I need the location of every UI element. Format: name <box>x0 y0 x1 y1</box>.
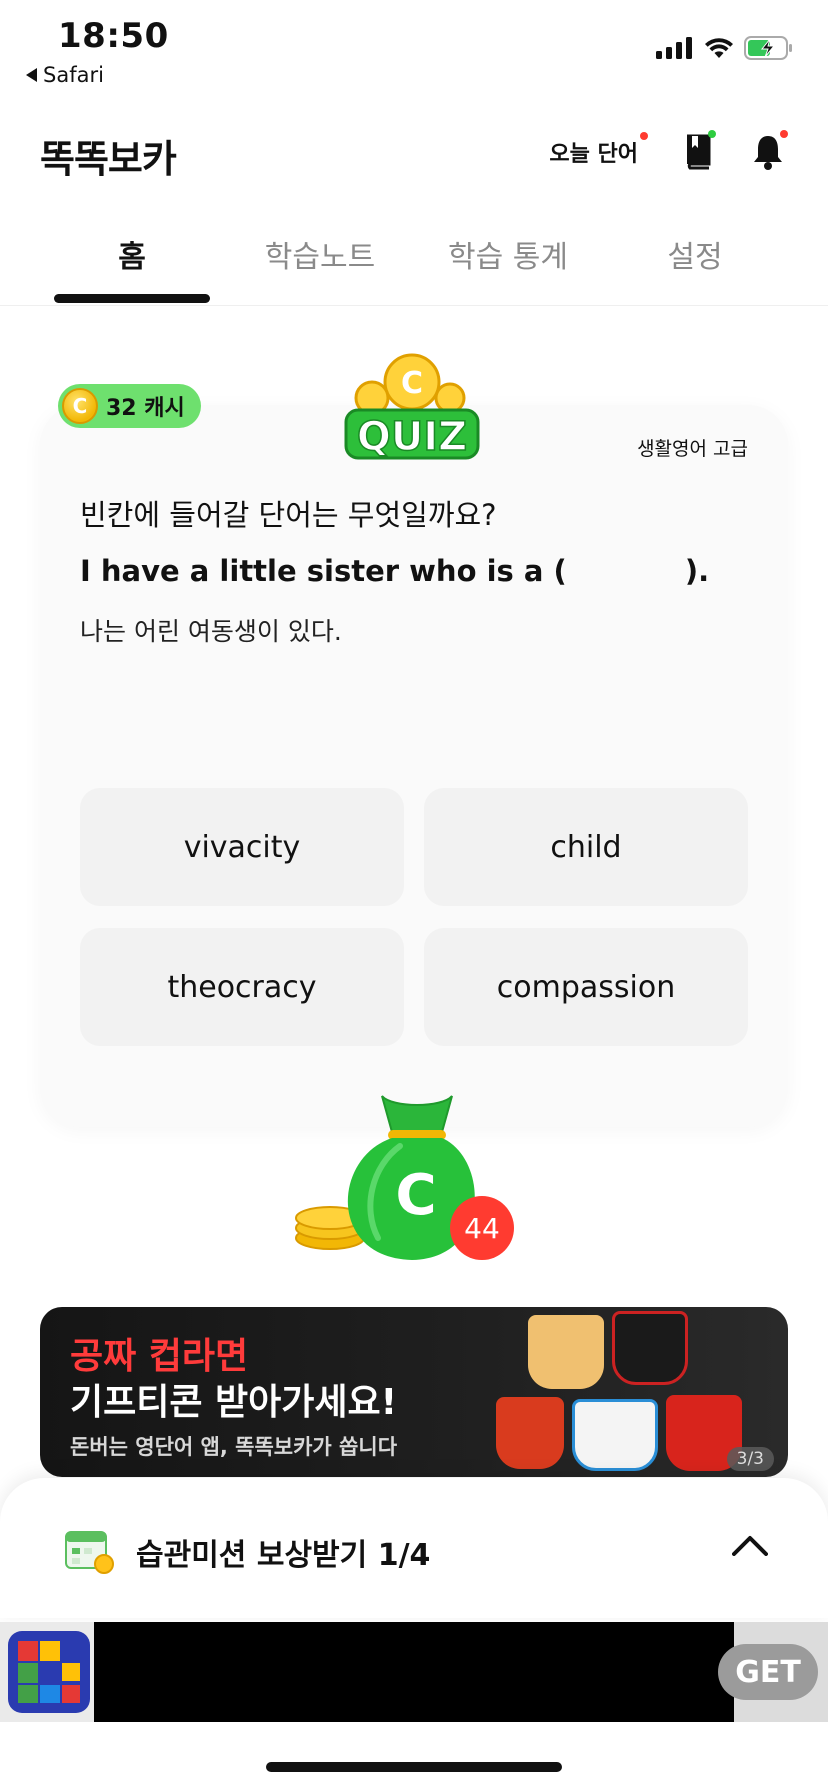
coin-icon: C <box>62 388 98 424</box>
quiz-sentence: I have a little sister who is a (). <box>80 554 709 588</box>
status-bar: 18:50 Safari <box>0 0 828 100</box>
ad-get-button[interactable]: GET <box>718 1644 818 1700</box>
mission-label: 습관미션 보상받기 1/4 <box>136 1538 431 1573</box>
tab-study-notes[interactable]: 학습노트 <box>230 232 410 276</box>
quiz-logo-coin-symbol: C <box>401 366 423 401</box>
coin-icon <box>434 382 466 414</box>
calendar-icon <box>65 1531 114 1574</box>
quiz-translation: 나는 어린 여동생이 있다. <box>80 617 342 646</box>
bell-icon <box>754 136 782 170</box>
ad-banner[interactable]: GET <box>0 1622 828 1722</box>
banner-headline: 공짜 컵라면 <box>70 1336 249 1377</box>
home-indicator[interactable] <box>266 1762 562 1772</box>
wifi-icon <box>705 38 733 58</box>
wordbook-button[interactable] <box>678 130 718 174</box>
back-arrow-icon <box>26 68 37 82</box>
tab-settings[interactable]: 설정 <box>605 232 785 276</box>
today-word-notification-dot <box>640 132 648 140</box>
status-time: 18:50 <box>58 16 169 56</box>
ad-app-icon[interactable] <box>0 1622 94 1722</box>
book-icon <box>687 134 711 170</box>
cup-noodle-image <box>496 1397 564 1469</box>
cup-noodle-image <box>612 1311 688 1385</box>
cup-noodle-image <box>572 1399 658 1471</box>
tab-study-stats[interactable]: 학습 통계 <box>418 232 598 276</box>
banner-subheadline: 기프티콘 받아가세요! <box>70 1382 398 1423</box>
notifications-button[interactable] <box>748 130 788 174</box>
notifications-dot <box>780 130 788 138</box>
cash-amount: 32 캐시 <box>106 396 185 421</box>
back-app-label: Safari <box>43 63 104 87</box>
cellular-signal-icon <box>656 37 692 59</box>
tab-home[interactable]: 홈 <box>42 232 222 276</box>
quiz-logo-text: QUIZ <box>357 414 467 460</box>
app-title: 똑똑보카 <box>40 137 177 181</box>
answer-option[interactable]: compassion <box>424 928 748 1046</box>
banner-caption: 돈버는 영단어 앱, 똑똑보카가 쏩니다 <box>70 1435 398 1459</box>
back-to-safari-link[interactable]: Safari <box>26 63 104 87</box>
wordbook-notification-dot <box>708 130 716 138</box>
today-word-label: 오늘 단어 <box>549 142 638 167</box>
banner-page-indicator: 3/3 <box>726 1447 774 1471</box>
battery-charging-icon <box>744 36 792 60</box>
answer-option[interactable]: theocracy <box>80 928 404 1046</box>
cash-badge: C 32 캐시 <box>58 384 201 428</box>
header-actions: 오늘 단어 <box>549 130 788 174</box>
system-icons <box>656 36 794 60</box>
mission-sheet[interactable]: 습관미션 보상받기 1/4 <box>0 1478 828 1618</box>
main-tabs: 홈 학습노트 학습 통계 설정 <box>0 220 828 306</box>
quiz-question: 빈칸에 들어갈 단어는 무엇일까요? <box>80 498 497 532</box>
money-bag-count: 44 <box>464 1212 500 1245</box>
promo-banner[interactable]: 공짜 컵라면 기프티콘 받아가세요! 돈버는 영단어 앱, 똑똑보카가 쏩니다 … <box>40 1307 788 1477</box>
active-tab-indicator <box>54 294 210 303</box>
money-bag-button[interactable]: C 44 <box>292 1088 522 1263</box>
answer-option[interactable]: vivacity <box>80 788 404 906</box>
sentence-before-blank: I have a little sister who is a ( <box>80 554 567 588</box>
chevron-up-icon[interactable] <box>732 1534 768 1556</box>
block-puzzle-icon <box>8 1631 90 1713</box>
quiz-logo: C QUIZ <box>344 353 480 461</box>
sentence-after-blank: ). <box>684 554 710 588</box>
money-bag-symbol: C <box>395 1163 436 1228</box>
quiz-level: 생활영어 고급 <box>637 438 748 460</box>
today-word-button[interactable]: 오늘 단어 <box>549 132 648 168</box>
app-header: 똑똑보카 오늘 단어 <box>0 110 828 200</box>
cup-noodle-image <box>528 1315 604 1389</box>
answer-option[interactable]: child <box>424 788 748 906</box>
